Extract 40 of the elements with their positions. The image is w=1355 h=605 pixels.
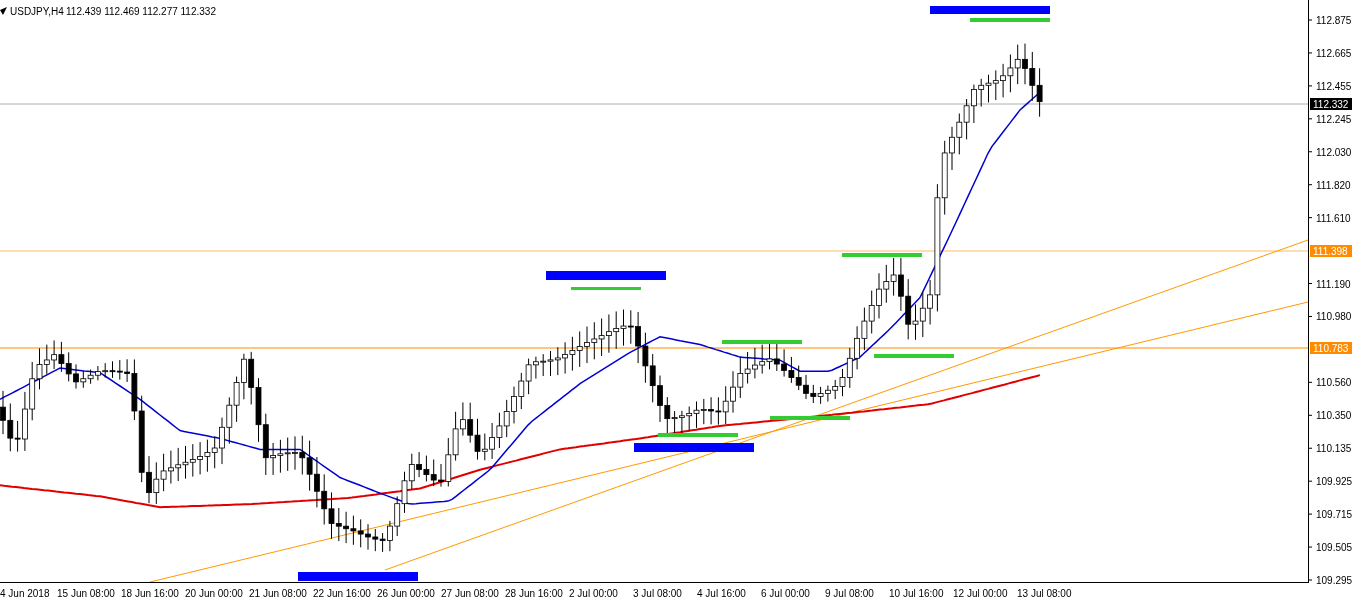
quote-text: 112.439 112.469 112.277 112.332 bbox=[66, 6, 216, 17]
price-label: 112.875 bbox=[1316, 15, 1352, 26]
price-label: 109.925 bbox=[1316, 476, 1353, 488]
time-label: 21 Jun 08:00 bbox=[249, 588, 307, 599]
time-label: 15 Jun 08:00 bbox=[57, 588, 115, 599]
time-label: 20 Jun 00:00 bbox=[185, 588, 243, 599]
time-label: 28 Jun 16:00 bbox=[505, 588, 563, 599]
price-label: 110.980 bbox=[1316, 311, 1352, 323]
time-label: 13 Jul 08:00 bbox=[1017, 588, 1072, 599]
time-label: 3 Jul 08:00 bbox=[633, 588, 682, 599]
time-label: 4 Jul 16:00 bbox=[697, 588, 746, 599]
price-label: 110.560 bbox=[1316, 377, 1352, 389]
price-tag-label: 111.398 bbox=[1313, 246, 1348, 257]
time-label: 9 Jul 08:00 bbox=[825, 588, 874, 599]
price-label: 109.715 bbox=[1316, 509, 1353, 521]
time-label: 26 Jun 00:00 bbox=[377, 588, 435, 599]
symbol-label: USDJPY,H4 bbox=[10, 6, 64, 17]
price-tag-label: 112.332 bbox=[1313, 99, 1349, 110]
price-label: 112.030 bbox=[1316, 146, 1352, 158]
time-label: 18 Jun 16:00 bbox=[121, 588, 179, 599]
price-label: 111.190 bbox=[1316, 278, 1351, 290]
price-label: 112.455 bbox=[1316, 80, 1352, 92]
time-label: 27 Jun 08:00 bbox=[441, 588, 499, 599]
price-label: 110.350 bbox=[1316, 410, 1352, 422]
price-label: 111.820 bbox=[1316, 179, 1351, 191]
price-label: 112.665 bbox=[1316, 47, 1352, 59]
price-tag-label: 110.783 bbox=[1313, 343, 1349, 354]
price-label: 112.245 bbox=[1316, 113, 1352, 125]
time-label: 2 Jul 00:00 bbox=[569, 588, 618, 599]
triangle-icon bbox=[0, 7, 7, 15]
time-label: 6 Jul 00:00 bbox=[761, 588, 810, 599]
level-marker bbox=[571, 287, 641, 290]
price-label: 109.505 bbox=[1316, 542, 1353, 554]
time-label: 4 Jun 2018 bbox=[0, 588, 50, 599]
time-label: 22 Jun 16:00 bbox=[313, 588, 371, 599]
time-label: 10 Jul 16:00 bbox=[889, 588, 944, 599]
price-label: 111.610 bbox=[1316, 212, 1351, 224]
time-label: 12 Jul 00:00 bbox=[953, 588, 1008, 599]
price-label: 110.135 bbox=[1316, 443, 1352, 455]
price-label: 109.295 bbox=[1316, 575, 1353, 586]
